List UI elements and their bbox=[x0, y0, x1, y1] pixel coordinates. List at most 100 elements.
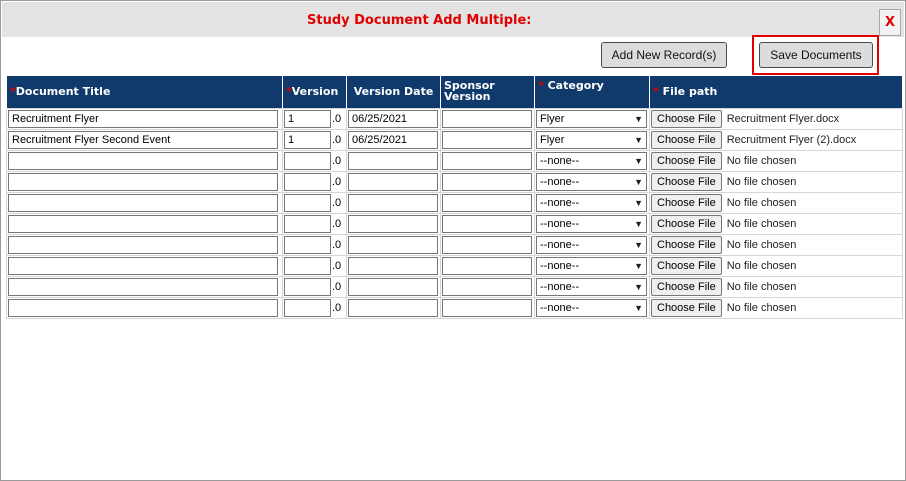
category-select[interactable]: --none-- ▼ bbox=[536, 151, 647, 170]
category-value: --none-- bbox=[540, 301, 580, 314]
document-title-input[interactable] bbox=[8, 256, 278, 275]
sponsor-version-cell bbox=[440, 254, 535, 277]
category-value: --none-- bbox=[540, 196, 580, 209]
sponsor-version-input[interactable] bbox=[442, 256, 532, 275]
file-path-cell: Choose File No file chosen bbox=[649, 254, 903, 277]
document-title-input[interactable] bbox=[8, 214, 278, 233]
category-value: Flyer bbox=[540, 112, 565, 125]
version-cell: 1.0 bbox=[282, 107, 347, 130]
version-input[interactable]: 1 bbox=[284, 109, 331, 128]
dialog-title: Study Document Add Multiple: bbox=[307, 13, 532, 28]
category-select[interactable]: Flyer ▼ bbox=[536, 130, 647, 149]
document-title-input[interactable] bbox=[8, 193, 278, 212]
category-cell: Flyer ▼ bbox=[534, 107, 650, 130]
choose-file-button[interactable]: Choose File bbox=[651, 109, 722, 128]
category-select[interactable]: --none-- ▼ bbox=[536, 193, 647, 212]
choose-file-button[interactable]: Choose File bbox=[651, 172, 722, 191]
sponsor-version-cell bbox=[440, 107, 535, 130]
version-date-cell: 06/25/2021 bbox=[346, 128, 441, 151]
table-row: .0 --none-- ▼ Choose File No file chosen bbox=[6, 296, 903, 319]
category-select[interactable]: --none-- ▼ bbox=[536, 214, 647, 233]
sponsor-version-input[interactable] bbox=[442, 214, 532, 233]
close-button[interactable]: X bbox=[879, 9, 901, 36]
category-cell: --none-- ▼ bbox=[534, 212, 650, 235]
version-input[interactable] bbox=[284, 256, 331, 275]
version-suffix: .0 bbox=[332, 280, 342, 293]
table-row: .0 --none-- ▼ Choose File No file chosen bbox=[6, 170, 903, 193]
version-input[interactable] bbox=[284, 151, 331, 170]
version-date-input[interactable] bbox=[348, 298, 438, 317]
column-header-title: *Document Title bbox=[6, 76, 283, 108]
file-path-cell: Choose File No file chosen bbox=[649, 212, 903, 235]
category-select[interactable]: --none-- ▼ bbox=[536, 277, 647, 296]
category-cell: --none-- ▼ bbox=[534, 254, 650, 277]
category-select[interactable]: --none-- ▼ bbox=[536, 235, 647, 254]
document-title-input[interactable] bbox=[8, 298, 278, 317]
sponsor-version-cell bbox=[440, 128, 535, 151]
version-date-input[interactable] bbox=[348, 235, 438, 254]
version-date-cell bbox=[346, 233, 441, 256]
chevron-down-icon: ▼ bbox=[634, 260, 643, 271]
version-suffix: .0 bbox=[332, 175, 342, 188]
table-row: .0 --none-- ▼ Choose File No file chosen bbox=[6, 212, 903, 235]
file-name-label: No file chosen bbox=[726, 259, 797, 272]
sponsor-version-input[interactable] bbox=[442, 235, 532, 254]
version-date-input[interactable] bbox=[348, 193, 438, 212]
table-row: Recruitment Flyer Second Event 1.0 06/25/2… bbox=[6, 128, 903, 151]
version-input[interactable] bbox=[284, 298, 331, 317]
category-select[interactable]: --none-- ▼ bbox=[536, 298, 647, 317]
chevron-down-icon: ▼ bbox=[634, 239, 643, 250]
document-title-input[interactable] bbox=[8, 172, 278, 191]
file-path-cell: Choose File Recruitment Flyer.docx bbox=[649, 107, 903, 130]
choose-file-button[interactable]: Choose File bbox=[651, 130, 722, 149]
sponsor-version-input[interactable] bbox=[442, 298, 532, 317]
version-suffix: .0 bbox=[332, 133, 342, 146]
title-cell bbox=[6, 170, 283, 193]
title-cell bbox=[6, 254, 283, 277]
version-date-input[interactable]: 06/25/2021 bbox=[348, 130, 438, 149]
document-title-input[interactable] bbox=[8, 235, 278, 254]
version-input[interactable] bbox=[284, 172, 331, 191]
category-cell: --none-- ▼ bbox=[534, 170, 650, 193]
sponsor-version-input[interactable] bbox=[442, 172, 532, 191]
file-name-label: Recruitment Flyer (2).docx bbox=[726, 133, 857, 146]
version-date-input[interactable]: 06/25/2021 bbox=[348, 109, 438, 128]
document-title-input[interactable]: Recruitment Flyer Second Event bbox=[8, 130, 278, 149]
choose-file-button[interactable]: Choose File bbox=[651, 151, 722, 170]
title-cell bbox=[6, 233, 283, 256]
table-row: .0 --none-- ▼ Choose File No file chosen bbox=[6, 191, 903, 214]
category-value: --none-- bbox=[540, 154, 580, 167]
version-input[interactable] bbox=[284, 235, 331, 254]
choose-file-button[interactable]: Choose File bbox=[651, 298, 722, 317]
version-input[interactable] bbox=[284, 193, 331, 212]
sponsor-version-cell bbox=[440, 149, 535, 172]
version-date-input[interactable] bbox=[348, 151, 438, 170]
save-documents-button[interactable]: Save Documents bbox=[759, 42, 873, 68]
sponsor-version-input[interactable] bbox=[442, 109, 532, 128]
sponsor-version-input[interactable] bbox=[442, 130, 532, 149]
version-input[interactable] bbox=[284, 277, 331, 296]
choose-file-button[interactable]: Choose File bbox=[651, 256, 722, 275]
choose-file-button[interactable]: Choose File bbox=[651, 235, 722, 254]
document-title-input[interactable] bbox=[8, 151, 278, 170]
sponsor-version-input[interactable] bbox=[442, 151, 532, 170]
document-title-input[interactable]: Recruitment Flyer bbox=[8, 109, 278, 128]
category-select[interactable]: --none-- ▼ bbox=[536, 256, 647, 275]
version-date-input[interactable] bbox=[348, 277, 438, 296]
category-select[interactable]: --none-- ▼ bbox=[536, 172, 647, 191]
add-new-records-button[interactable]: Add New Record(s) bbox=[601, 42, 727, 68]
category-cell: Flyer ▼ bbox=[534, 128, 650, 151]
version-input[interactable]: 1 bbox=[284, 130, 331, 149]
document-title-input[interactable] bbox=[8, 277, 278, 296]
version-input[interactable] bbox=[284, 214, 331, 233]
version-date-input[interactable] bbox=[348, 256, 438, 275]
choose-file-button[interactable]: Choose File bbox=[651, 193, 722, 212]
sponsor-version-input[interactable] bbox=[442, 277, 532, 296]
sponsor-version-input[interactable] bbox=[442, 193, 532, 212]
choose-file-button[interactable]: Choose File bbox=[651, 277, 722, 296]
version-date-cell: 06/25/2021 bbox=[346, 107, 441, 130]
category-select[interactable]: Flyer ▼ bbox=[536, 109, 647, 128]
version-date-input[interactable] bbox=[348, 214, 438, 233]
version-date-input[interactable] bbox=[348, 172, 438, 191]
choose-file-button[interactable]: Choose File bbox=[651, 214, 722, 233]
